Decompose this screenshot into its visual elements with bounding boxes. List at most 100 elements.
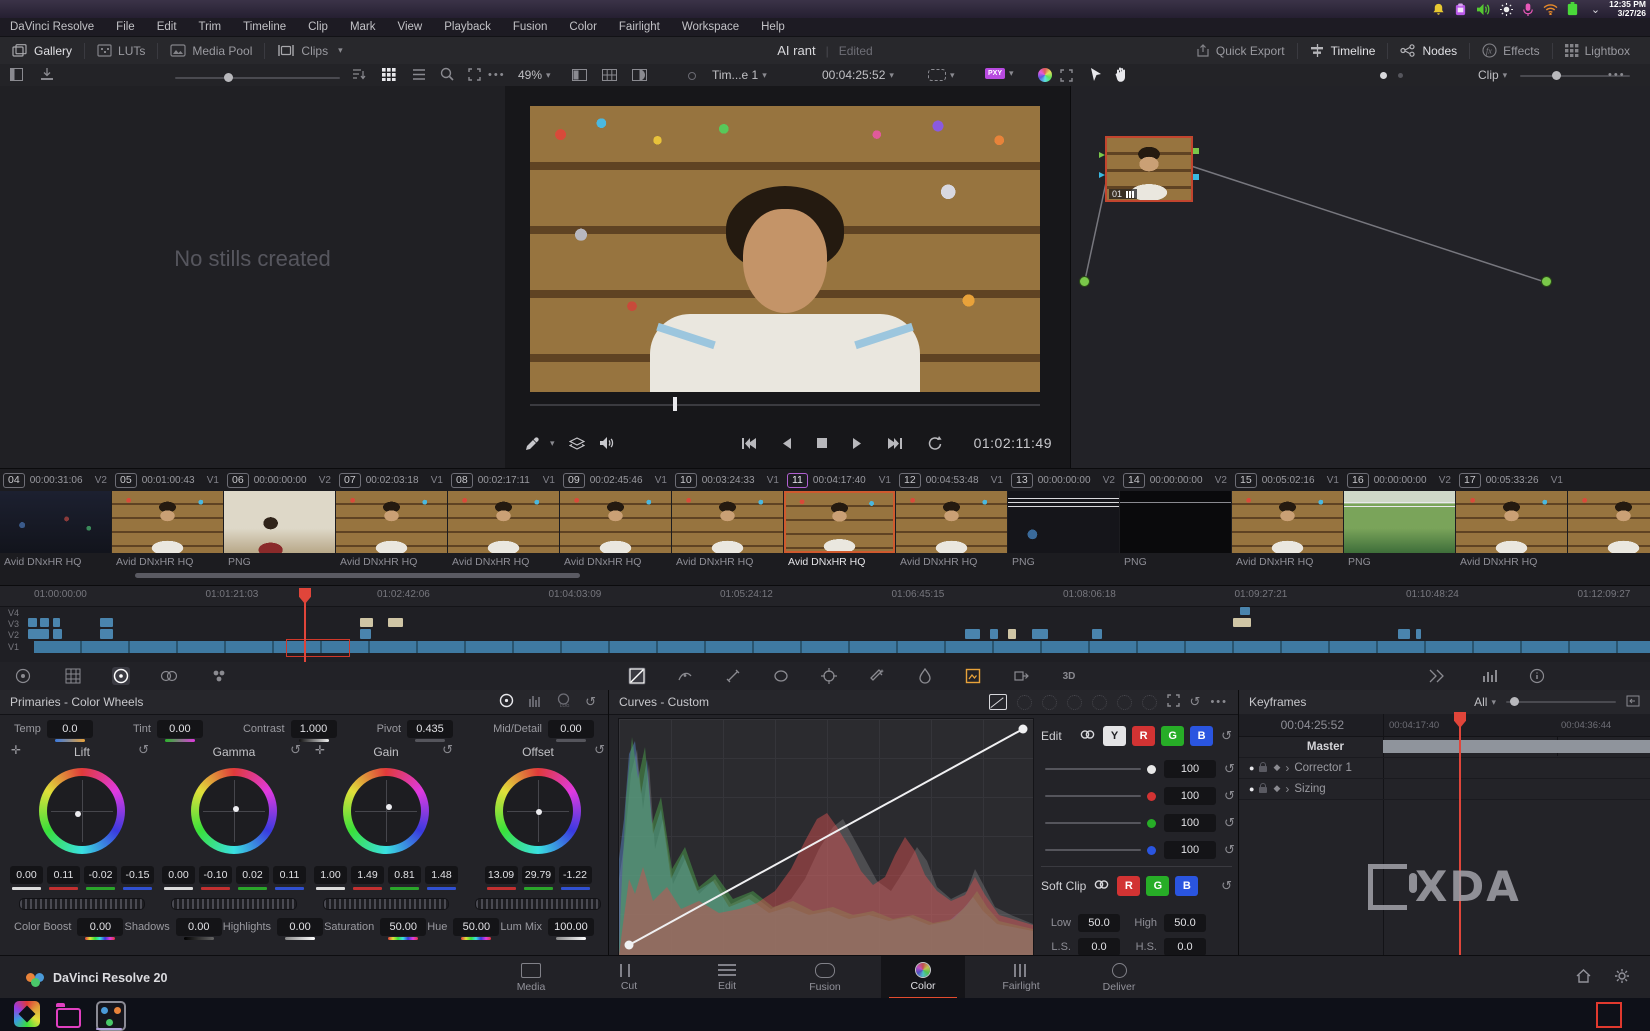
keyframe-track-sizing[interactable]: ● ◆ › Sizing [1239, 778, 1650, 800]
clip-item[interactable]: 1700:05:33:26V1Avid DNxHR HQ [1456, 469, 1567, 571]
soft-clip-low-value[interactable]: 50.0 [1078, 914, 1120, 932]
wheel-value-box[interactable]: 13.09 [485, 866, 518, 884]
timeline-clip-segment[interactable] [28, 618, 37, 627]
clip-thumbnail[interactable] [448, 491, 559, 553]
clip-thumbnail[interactable] [1008, 491, 1119, 553]
wheel-value-box[interactable]: 0.02 [236, 866, 269, 884]
collapse-panel-icon[interactable] [1626, 695, 1640, 710]
menu-playback[interactable]: Playback [444, 21, 491, 33]
go-to-start-button[interactable] [741, 437, 757, 450]
timeline-clip-segment[interactable] [100, 618, 113, 627]
go-to-end-button[interactable] [887, 437, 903, 450]
split-view-icon[interactable] [572, 69, 587, 84]
clip-item[interactable]: 0600:00:00:00V2PNG [224, 469, 335, 571]
page-tab-deliver[interactable]: Deliver [1077, 956, 1161, 999]
viewer-timecode-dropdown[interactable]: 00:04:25:52▾ [822, 64, 894, 86]
channel-slider-value[interactable]: 100 [1164, 841, 1216, 859]
channel-button-r[interactable]: R [1132, 726, 1155, 746]
hue-vs-hue-icon[interactable] [1017, 695, 1032, 710]
eyedropper-icon[interactable] [525, 436, 540, 451]
link-channels-icon[interactable] [1080, 729, 1095, 743]
color-wheel-indicator[interactable] [233, 806, 239, 812]
page-tab-fusion[interactable]: Fusion [783, 956, 867, 999]
color-wheel-indicator[interactable] [386, 804, 392, 810]
channel-slider-reset-icon[interactable]: ↺ [1224, 761, 1235, 777]
soft-clip-reset-icon[interactable]: ↺ [1221, 878, 1232, 894]
page-dot[interactable] [1398, 73, 1403, 78]
timeline-clip-segment[interactable] [40, 618, 49, 627]
channel-slider-reset-icon[interactable]: ↺ [1224, 842, 1235, 858]
soft-clip-channel-g[interactable]: G [1146, 876, 1169, 896]
menu-workspace[interactable]: Workspace [682, 21, 739, 33]
clip-thumbnail[interactable] [560, 491, 671, 553]
wheels-reset-icon[interactable]: ↺ [585, 694, 596, 710]
timeline-playhead-line[interactable] [304, 602, 306, 663]
channel-slider-value[interactable]: 100 [1164, 787, 1216, 805]
hand-tool-icon[interactable] [1114, 67, 1128, 85]
trackball-strip[interactable] [19, 898, 145, 910]
menu-mark[interactable]: Mark [350, 21, 376, 33]
channel-slider-reset-icon[interactable]: ↺ [1224, 788, 1235, 804]
camera-raw-icon[interactable] [14, 667, 32, 685]
audio-mute-icon[interactable] [599, 436, 615, 450]
wheel-reset-icon[interactable]: ↺ [290, 742, 301, 758]
soft-clip-link-icon[interactable] [1094, 879, 1109, 893]
clip-item[interactable]: 0700:02:03:18V1Avid DNxHR HQ [336, 469, 447, 571]
track-enable-dot-icon[interactable]: ● [1249, 784, 1254, 794]
gallery-toggle-button[interactable]: Gallery [0, 37, 84, 64]
control-value[interactable]: 50.00 [453, 918, 499, 936]
lum-vs-sat-icon[interactable] [1092, 695, 1107, 710]
page-tab-fairlight[interactable]: Fairlight [979, 956, 1063, 999]
keyframe-diamond-icon[interactable]: ◆ [1273, 762, 1280, 773]
info-icon[interactable] [1528, 667, 1546, 685]
clip-item[interactable]: 1200:04:53:48V1Avid DNxHR HQ [896, 469, 1007, 571]
stop-button[interactable] [816, 437, 828, 449]
wheel-reset-icon[interactable]: ↺ [442, 742, 453, 758]
wheel-value-box[interactable]: 0.00 [10, 866, 43, 884]
blur-icon[interactable] [916, 667, 934, 685]
grab-still-icon[interactable] [40, 68, 54, 84]
sizing-icon[interactable] [1012, 667, 1030, 685]
node-rgb-output[interactable] [1193, 148, 1199, 154]
page-tab-media[interactable]: Media [489, 956, 573, 999]
timeline-ruler[interactable]: 01:00:00:0001:01:21:0301:02:42:0601:04:0… [0, 586, 1650, 607]
timeline-clip-segment[interactable] [360, 618, 373, 627]
pointer-tool-icon[interactable] [1090, 67, 1102, 85]
grid-view-icon[interactable] [382, 68, 396, 84]
curve-graph[interactable] [618, 718, 1034, 956]
lightbox-strip-icon[interactable] [1428, 667, 1446, 685]
color-wheel-indicator[interactable] [536, 809, 542, 815]
wheel-reset-icon[interactable]: ↺ [594, 742, 605, 758]
effects-panel-button[interactable]: fx Effects [1470, 37, 1551, 64]
corrector-node[interactable]: 01 [1105, 136, 1193, 202]
control-value[interactable]: 0.00 [157, 720, 203, 738]
wifi-icon[interactable] [1543, 3, 1558, 15]
magic-mask-icon[interactable] [868, 667, 886, 685]
control-value[interactable]: 0.00 [77, 918, 123, 936]
custom-curve-mode-icon[interactable] [989, 694, 1007, 710]
curves-reset-icon[interactable]: ↺ [1190, 694, 1201, 710]
clip-thumbnail[interactable] [224, 491, 335, 553]
page-dot-active[interactable] [1380, 72, 1387, 79]
timeline-clip-segment[interactable] [388, 618, 403, 627]
clip-item[interactable]: 1300:00:00:00V2PNG [1008, 469, 1119, 571]
curve-point-black[interactable] [625, 941, 634, 950]
curves-icon[interactable] [628, 667, 646, 685]
menu-fusion[interactable]: Fusion [513, 21, 548, 33]
wheel-value-box[interactable]: 0.81 [388, 866, 421, 884]
keyframe-track-corrector[interactable]: ● ◆ › Corrector 1 [1239, 757, 1650, 779]
color-wheel-ring[interactable] [39, 768, 125, 854]
channel-slider-handle[interactable] [1147, 846, 1156, 855]
channel-slider-track[interactable] [1045, 822, 1141, 824]
master-track-bar[interactable] [1383, 740, 1650, 753]
clip-thumbnail[interactable] [1456, 491, 1567, 553]
volume-icon[interactable] [1476, 3, 1491, 16]
taskbar-app-cube-icon[interactable] [14, 1001, 40, 1027]
key-icon[interactable] [964, 667, 982, 685]
page-tab-color[interactable]: Color [881, 956, 965, 999]
proxy-badge[interactable]: PXY ▾ [985, 68, 1014, 79]
control-value[interactable]: 0.00 [548, 720, 594, 738]
keyframes-playhead-line[interactable] [1459, 726, 1461, 955]
clip-item[interactable] [1568, 469, 1650, 571]
channel-slider-value[interactable]: 100 [1164, 760, 1216, 778]
